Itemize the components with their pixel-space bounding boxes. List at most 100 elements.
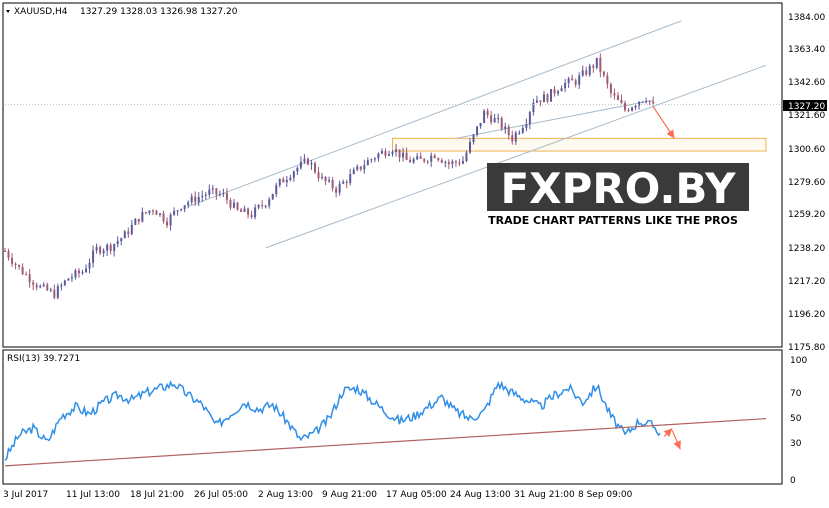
candle-body: [578, 75, 581, 85]
candle-body: [560, 88, 563, 92]
candle-body: [56, 286, 59, 298]
candle-body: [532, 102, 535, 113]
candle-body: [317, 172, 320, 179]
candle-body: [296, 167, 299, 172]
candle-body: [447, 162, 450, 165]
price-axis: 1384.00 1363.40 1342.60 1321.60 1300.60 …: [788, 13, 825, 353]
time-tick: 9 Aug 21:00: [322, 490, 377, 500]
candle-body: [63, 280, 66, 285]
candle-body: [461, 160, 464, 164]
candle-body: [458, 162, 461, 164]
candle-body: [211, 188, 214, 190]
candle-body: [585, 70, 588, 75]
price-tick: 1217.20: [788, 277, 825, 287]
candle-body: [444, 162, 447, 164]
time-tick: 31 Aug 21:00: [514, 490, 575, 500]
candle-body: [479, 122, 482, 127]
logo-title: FXPRO.BY: [500, 164, 736, 213]
time-tick: 8 Sep 09:00: [578, 490, 633, 500]
candle-body: [328, 179, 331, 182]
time-tick: 26 Jul 05:00: [194, 490, 248, 500]
candle-body: [21, 266, 24, 275]
time-tick: 24 Aug 13:00: [450, 490, 511, 500]
candle-body: [271, 193, 274, 200]
candle-body: [268, 199, 271, 206]
candle-body: [162, 213, 165, 222]
candle-body: [176, 210, 179, 212]
candle-body: [557, 91, 560, 94]
candle-body: [190, 196, 193, 203]
candle-body: [197, 197, 200, 203]
rsi-tick: 0: [790, 476, 796, 486]
symbol-label: XAUUSD,H4: [14, 7, 68, 17]
candle-body: [180, 208, 183, 211]
candle-body: [433, 155, 436, 159]
candle-body: [588, 65, 591, 75]
candle-body: [419, 156, 422, 159]
candle-body: [11, 257, 14, 264]
candle-body: [331, 179, 334, 189]
candle-body: [423, 158, 426, 162]
candle-body: [380, 151, 383, 154]
candle-body: [215, 188, 218, 195]
candle-body: [306, 158, 309, 165]
price-tick: 1384.00: [788, 13, 825, 23]
candle-body: [613, 93, 616, 96]
candle-body: [620, 100, 623, 104]
candle-body: [77, 270, 80, 274]
candle-body: [250, 214, 253, 218]
candle-body: [426, 161, 429, 163]
candle-body: [638, 101, 641, 106]
candle-body: [155, 210, 158, 215]
ohlc-label: 1327.29 1328.03 1326.98 1327.20: [80, 7, 238, 17]
candle-body: [486, 110, 489, 116]
candle-body: [236, 202, 239, 210]
candle-body: [542, 94, 545, 103]
rsi-tick: 50: [790, 414, 802, 424]
candle-body: [490, 115, 493, 123]
candle-body: [130, 224, 133, 235]
candle-body: [95, 247, 98, 251]
price-tick: 1300.60: [788, 145, 825, 155]
chart-root: XAUUSD,H4 1327.29 1328.03 1326.98 1327.2…: [0, 0, 829, 504]
price-tick: 1238.20: [788, 244, 825, 254]
support-zone-layer: [392, 137, 767, 152]
candle-body: [106, 244, 109, 251]
candle-body: [634, 105, 637, 108]
candle-body: [264, 205, 267, 207]
candle-body: [225, 193, 228, 200]
candle-body: [49, 289, 52, 291]
candle-body: [641, 101, 644, 103]
watermark-logo: FXPRO.BY TRADE CHART PATTERNS LIKE THE P…: [487, 163, 749, 227]
candle-body: [218, 194, 221, 196]
price-tick: 1175.80: [788, 343, 825, 353]
candle-body: [387, 154, 390, 156]
candle-body: [504, 126, 507, 130]
candle-body: [232, 202, 235, 208]
candle-body: [525, 124, 528, 128]
candle-body: [345, 181, 348, 184]
candle-body: [398, 149, 401, 158]
candle-body: [553, 89, 556, 94]
candle-body: [81, 272, 84, 274]
candle-body: [546, 94, 549, 102]
time-tick: 18 Jul 21:00: [130, 490, 184, 500]
rsi-panel-frame: [2, 349, 783, 485]
candle-body: [370, 159, 373, 161]
price-tick: 1196.20: [788, 310, 825, 320]
candle-body: [229, 199, 232, 208]
candle-body: [99, 247, 102, 254]
candle-body: [67, 278, 70, 281]
candle-body: [292, 171, 295, 178]
candle-body: [493, 118, 496, 123]
candle-body: [430, 155, 433, 162]
candle-body: [528, 112, 531, 125]
rsi-tick: 100: [790, 356, 807, 366]
rsi-tick: 30: [790, 439, 802, 449]
candle-body: [282, 178, 285, 183]
candle-body: [275, 185, 278, 194]
candle-body: [109, 244, 112, 251]
candle-body: [511, 135, 514, 142]
candle-body: [405, 152, 408, 160]
candle-body: [60, 284, 63, 287]
